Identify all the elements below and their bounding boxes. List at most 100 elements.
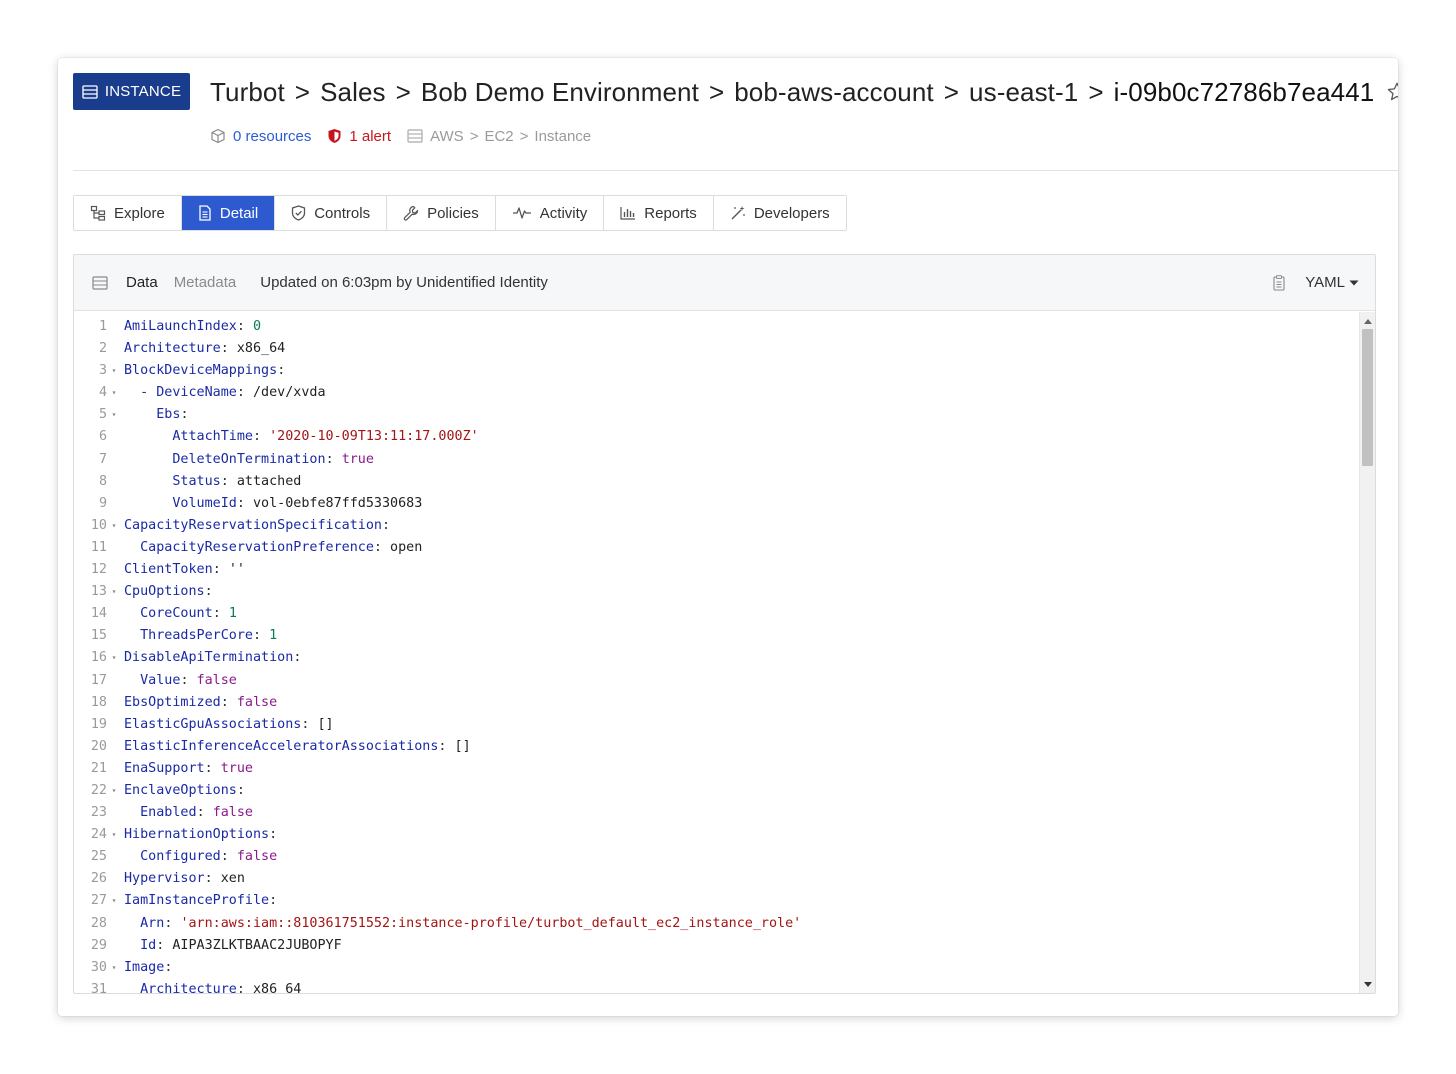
yaml-key: IamInstanceProfile	[124, 893, 270, 909]
list-icon[interactable]	[92, 275, 108, 290]
yaml-key: ElasticInferenceAcceleratorAssociations	[124, 738, 439, 754]
code-line: 24 ▾ HibernationOptions:	[74, 824, 1359, 846]
line-content: AttachTime: '2020-10-09T13:11:17.000Z'	[172, 429, 479, 445]
yaml-value: '2020-10-09T13:11:17.000Z'	[269, 429, 479, 445]
yaml-value: false	[236, 694, 278, 710]
line-content: Enabled: false	[140, 805, 253, 821]
fold-toggle-icon[interactable]: ▾	[107, 957, 121, 979]
breadcrumb-separator: >	[294, 76, 311, 107]
fold-toggle-icon[interactable]: ▾	[107, 404, 121, 426]
tab-label: Controls	[314, 204, 371, 222]
tab-label: Developers	[753, 204, 830, 222]
type-path-item[interactable]: Instance	[534, 128, 591, 145]
code-line: 27 ▾ IamInstanceProfile:	[74, 890, 1359, 912]
editor-scrollbar[interactable]	[1359, 312, 1375, 993]
fold-toggle-icon[interactable]: ▾	[107, 515, 121, 537]
fold-toggle-icon[interactable]: ▾	[107, 647, 121, 669]
fold-toggle-icon[interactable]: ▾	[107, 581, 121, 603]
line-number: 1	[98, 319, 107, 334]
code-line: 10 ▾ CapacityReservationSpecification:	[74, 515, 1359, 537]
fold-toggle-icon[interactable]: ▾	[107, 360, 121, 382]
yaml-key: Id	[140, 937, 157, 953]
breadcrumb-item[interactable]: us-east-1	[969, 77, 1078, 108]
resources-link[interactable]: 0 resources	[210, 128, 311, 145]
wrench-icon	[403, 205, 419, 221]
tab-data[interactable]: Data	[126, 274, 158, 291]
resource-card: INSTANCE Turbot > Sales > Bob Demo Environme…	[58, 58, 1398, 1016]
yaml-key: CpuOptions	[124, 584, 205, 600]
line-content: Value: false	[140, 672, 237, 688]
line-number: 16	[90, 650, 107, 666]
tab-detail[interactable]: Detail	[181, 196, 276, 230]
line-content: BlockDeviceMappings:	[124, 363, 286, 379]
alerts-link[interactable]: 1 alert	[327, 128, 391, 145]
header-divider	[73, 170, 1398, 171]
yaml-key: EnaSupport	[124, 760, 205, 776]
line-number: 27	[90, 893, 107, 909]
yaml-key: VolumeId	[172, 495, 237, 511]
line-content: - DeviceName: /dev/xvda	[140, 385, 326, 401]
line-number: 31	[90, 981, 107, 993]
fold-toggle-icon[interactable]: ▾	[107, 382, 121, 404]
scroll-down-arrow[interactable]	[1360, 977, 1375, 991]
code-line: 12 ClientToken: ''	[74, 559, 1359, 581]
arrow-down-icon	[1363, 981, 1372, 987]
bar-chart-icon	[620, 206, 636, 220]
yaml-value: open	[390, 539, 423, 555]
tab-metadata[interactable]: Metadata	[174, 274, 237, 291]
yaml-value: 0	[253, 319, 262, 334]
breadcrumb-item[interactable]: Turbot	[210, 77, 285, 108]
resource-type-path[interactable]: AWS > EC2 > Instance	[407, 128, 591, 145]
yaml-value: []	[454, 738, 471, 754]
code-line: 4 ▾ - DeviceName: /dev/xvda	[74, 382, 1359, 404]
yaml-key: ThreadsPerCore	[140, 628, 253, 644]
scroll-up-arrow[interactable]	[1360, 314, 1375, 328]
tab-explore[interactable]: Explore	[74, 196, 182, 230]
favorite-star-icon[interactable]	[1386, 81, 1398, 103]
yaml-key: DeleteOnTermination	[172, 451, 326, 467]
tab-controls[interactable]: Controls	[275, 196, 388, 230]
yaml-editor[interactable]: 1 AmiLaunchIndex: 0 2 Architecture: x86_64 3…	[74, 312, 1359, 993]
tab-policies[interactable]: Policies	[387, 196, 496, 230]
tab-reports[interactable]: Reports	[604, 196, 714, 230]
yaml-value: true	[220, 760, 253, 776]
badge-label: INSTANCE	[104, 83, 182, 100]
line-number: 5	[98, 407, 107, 423]
breadcrumb-separator: >	[1088, 76, 1104, 107]
fold-toggle-icon[interactable]: ▾	[107, 780, 121, 802]
code-line: 2 Architecture: x86_64	[74, 338, 1359, 360]
breadcrumb-item[interactable]: Bob Demo Environment	[421, 77, 699, 108]
fold-toggle-icon[interactable]: ▾	[107, 824, 121, 846]
code-line: 1 AmiLaunchIndex: 0	[74, 316, 1359, 338]
line-content: HibernationOptions:	[124, 827, 278, 843]
server-icon	[407, 129, 423, 143]
type-path-separator: >	[469, 127, 479, 145]
breadcrumb-item[interactable]: Sales	[320, 77, 386, 108]
fold-toggle-icon[interactable]: ▾	[107, 890, 121, 912]
tab-activity[interactable]: Activity	[495, 196, 605, 230]
clipboard-icon[interactable]	[1273, 274, 1285, 291]
yaml-value: 1	[269, 628, 278, 644]
yaml-key: DeviceName	[156, 385, 237, 401]
line-content: ElasticGpuAssociations: []	[124, 716, 334, 732]
yaml-value: attached	[236, 473, 302, 489]
line-number: 14	[90, 606, 107, 622]
yaml-value: []	[317, 716, 334, 732]
format-dropdown[interactable]: YAML	[1305, 274, 1359, 291]
type-path-item[interactable]: AWS	[430, 128, 464, 145]
yaml-key: CapacityReservationSpecification	[124, 517, 382, 533]
breadcrumb-item[interactable]: bob-aws-account	[734, 77, 934, 108]
line-content: Image:	[124, 959, 173, 975]
scrollbar-thumb[interactable]	[1362, 329, 1373, 466]
code-line: 3 ▾ BlockDeviceMappings:	[74, 360, 1359, 382]
yaml-key: Arn	[140, 915, 165, 931]
type-path-text: AWS > EC2 > Instance	[430, 128, 591, 145]
type-path-item[interactable]: EC2	[484, 128, 513, 145]
tab-developers[interactable]: Developers	[713, 196, 846, 230]
alerts-count: 1 alert	[349, 127, 392, 145]
yaml-value: AIPA3ZLKTBAAC2JUBOPYF	[172, 937, 342, 953]
